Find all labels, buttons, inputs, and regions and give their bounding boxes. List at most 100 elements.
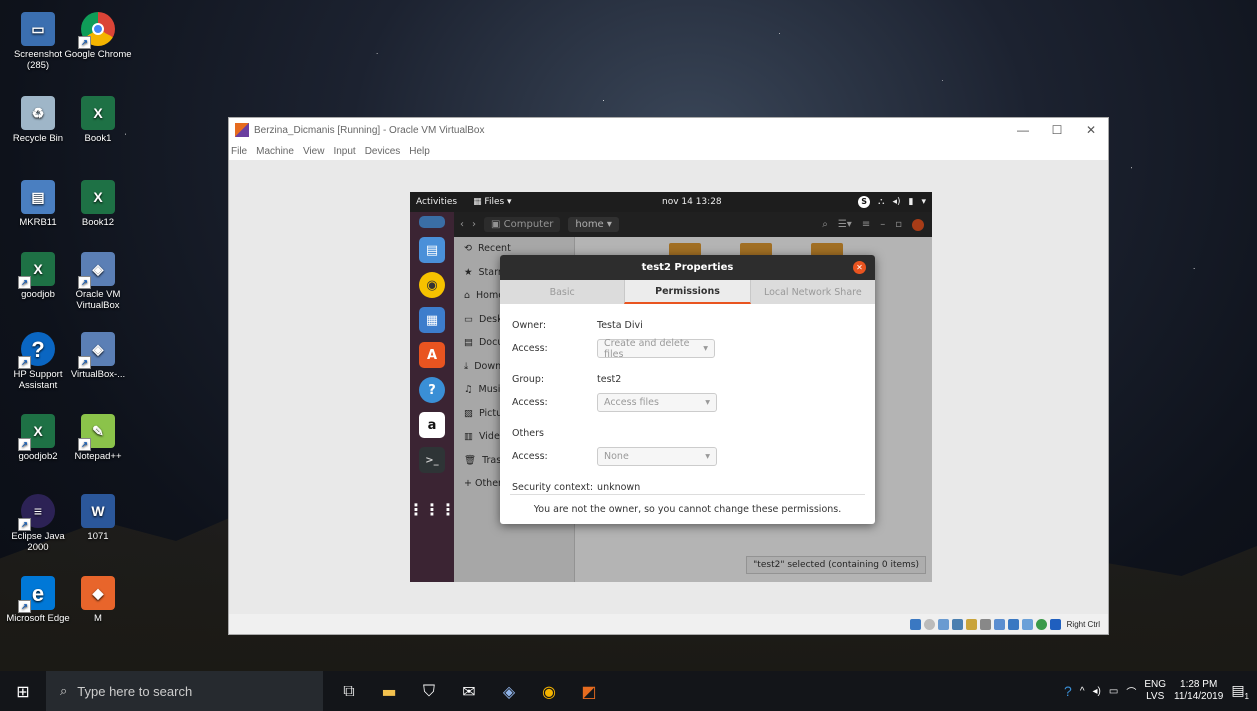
- writer-icon[interactable]: ▦: [419, 307, 445, 333]
- owner-access-select[interactable]: Create and delete files ▾: [597, 338, 715, 360]
- group-label: Group:: [512, 374, 545, 385]
- desktop-icon-eclipse[interactable]: ≡ Eclipse Java 2000: [4, 494, 72, 553]
- menu-input[interactable]: Input: [333, 146, 355, 157]
- rhythmbox-icon[interactable]: ◉: [419, 272, 445, 298]
- search-box[interactable]: ⌕ Type here to search: [46, 671, 323, 711]
- dialog-tabs: Basic Permissions Local Network Share: [500, 280, 875, 304]
- desktop-icon-m[interactable]: ◆ M: [64, 576, 132, 624]
- menu-devices[interactable]: Devices: [365, 146, 401, 157]
- display-icon[interactable]: [993, 618, 1005, 630]
- language-top: ENG: [1144, 679, 1166, 690]
- desktop-icon-1071[interactable]: W 1071: [64, 494, 132, 542]
- others-access-label: Access:: [512, 451, 548, 462]
- desktop-icon-label: 1071: [87, 531, 109, 542]
- desktop-icon-label: Google Chrome: [64, 49, 132, 60]
- activities-button[interactable]: Activities: [416, 197, 457, 207]
- store-icon[interactable]: ⛉: [409, 671, 449, 711]
- app-grid-icon[interactable]: ⋮⋮⋮: [410, 496, 456, 522]
- group-value: test2: [597, 374, 622, 385]
- virtualbox-vm-icon[interactable]: ◩: [569, 671, 609, 711]
- optical-drive-icon[interactable]: [923, 618, 935, 630]
- clock[interactable]: nov 14 13:28: [662, 197, 722, 207]
- owner-label: Owner:: [512, 320, 547, 331]
- terminal-icon[interactable]: >_: [419, 447, 445, 473]
- language-indicator[interactable]: ENG LVS: [1144, 679, 1166, 703]
- close-icon[interactable]: ✕: [853, 261, 866, 274]
- desktop-icon-virtualbox-shortcut[interactable]: ◈ VirtualBox-...: [64, 332, 132, 380]
- cpu-icon[interactable]: [1021, 618, 1033, 630]
- desktop-icon-mkrb11[interactable]: ▤ MKRB11: [4, 180, 72, 228]
- virtualbox-icon[interactable]: ◈: [489, 671, 529, 711]
- help-icon: ?: [18, 332, 55, 369]
- desktop-icon-goodjob[interactable]: X goodjob: [4, 252, 72, 300]
- volume-icon[interactable]: ◂): [1093, 686, 1101, 697]
- help-icon[interactable]: ?: [419, 377, 445, 403]
- desktop-icon-book1[interactable]: X Book1: [64, 96, 132, 144]
- desktop-icon-chrome[interactable]: Google Chrome: [64, 12, 132, 60]
- others-label: Others: [512, 428, 544, 439]
- desktop-icon-edge[interactable]: e Microsoft Edge: [4, 576, 72, 624]
- usb-icon[interactable]: [965, 618, 977, 630]
- wifi-icon[interactable]: ⌒: [1126, 684, 1136, 699]
- desktop-icon-label: Recycle Bin: [12, 133, 64, 144]
- desktop-icon-oracle-vm-virtualbox[interactable]: ◈ Oracle VM VirtualBox: [64, 252, 132, 311]
- mail-icon[interactable]: ✉: [449, 671, 489, 711]
- thunderbird-icon[interactable]: [419, 216, 445, 228]
- desktop-icon-recycle-bin[interactable]: ♻ Recycle Bin: [4, 96, 72, 144]
- chevron-up-icon[interactable]: ^: [1080, 686, 1085, 697]
- mouse-integration-icon[interactable]: [1035, 618, 1047, 630]
- vm-screen[interactable]: Activities ▦ Files ▾ nov 14 13:28 S ⛬ ◂)…: [229, 160, 1108, 616]
- dialog-title: test2 Properties: [641, 262, 734, 273]
- system-tray: ? ^ ◂) ▭ ⌒ ENG LVS 1:28 PM 11/14/2019 ▤1: [1064, 671, 1257, 711]
- audio-icon[interactable]: [937, 618, 949, 630]
- desktop-icon-hp-support[interactable]: ? HP Support Assistant: [4, 332, 72, 391]
- system-tray[interactable]: S ⛬ ◂) ▮ ▾: [858, 196, 926, 208]
- menu-file[interactable]: File: [231, 146, 247, 157]
- help-icon[interactable]: ?: [1064, 683, 1072, 699]
- dialog-titlebar[interactable]: test2 Properties ✕: [500, 255, 875, 280]
- hard-disk-icon[interactable]: [909, 618, 921, 630]
- battery-icon[interactable]: ▭: [1109, 686, 1118, 697]
- files-app-menu[interactable]: ▦ Files ▾: [473, 197, 512, 207]
- ubuntu-dock: ▤ ◉ ▦ A ? a >_ ⋮⋮⋮: [410, 212, 456, 582]
- maximize-button[interactable]: ☐: [1040, 118, 1074, 142]
- shared-folder-icon[interactable]: [979, 618, 991, 630]
- chevron-down-icon: ▾: [703, 343, 708, 354]
- recording-icon[interactable]: [1007, 618, 1019, 630]
- volume-icon: ◂): [892, 197, 901, 207]
- tab-local-network-share[interactable]: Local Network Share: [751, 280, 875, 304]
- network-icon[interactable]: [951, 618, 963, 630]
- group-access-select[interactable]: Access files ▾: [597, 393, 717, 412]
- chrome-icon[interactable]: ◉: [529, 671, 569, 711]
- menu-view[interactable]: View: [303, 146, 325, 157]
- tab-basic[interactable]: Basic: [500, 280, 624, 304]
- date: 11/14/2019: [1174, 691, 1224, 702]
- chevron-down-icon: ▾: [705, 397, 710, 408]
- task-view-icon[interactable]: ⧉: [329, 671, 369, 711]
- properties-dialog: test2 Properties ✕ Basic Permissions Loc…: [500, 255, 875, 524]
- tab-permissions[interactable]: Permissions: [624, 280, 751, 304]
- close-button[interactable]: ✕: [1074, 118, 1108, 142]
- software-icon[interactable]: A: [419, 342, 445, 368]
- file-explorer-icon[interactable]: ▬: [369, 671, 409, 711]
- notification-icon[interactable]: ▤1: [1231, 682, 1249, 701]
- taskbar-clock[interactable]: 1:28 PM 11/14/2019: [1174, 679, 1223, 703]
- virtualbox-titlebar[interactable]: Berzina_Dicmanis [Running] - Oracle VM V…: [229, 118, 1108, 142]
- time: 1:28 PM: [1180, 679, 1218, 690]
- keyboard-icon[interactable]: [1049, 618, 1061, 630]
- desktop-icon-label: VirtualBox-...: [70, 369, 126, 380]
- files-icon[interactable]: ▤: [419, 237, 445, 263]
- menu-machine[interactable]: Machine: [256, 146, 294, 157]
- minimize-button[interactable]: —: [1006, 118, 1040, 142]
- menu-help[interactable]: Help: [409, 146, 430, 157]
- excel-icon: X: [18, 414, 55, 451]
- others-access-select[interactable]: None ▾: [597, 447, 717, 466]
- desktop-icon-book12[interactable]: X Book12: [64, 180, 132, 228]
- desktop-icon-goodjob2[interactable]: X goodjob2: [4, 414, 72, 462]
- amazon-icon[interactable]: a: [419, 412, 445, 438]
- desktop-icon-notepadpp[interactable]: ✎ Notepad++: [64, 414, 132, 462]
- windows-taskbar: ⊞ ⌕ Type here to search ⧉ ▬ ⛉ ✉ ◈ ◉ ◩ ? ^…: [0, 671, 1257, 711]
- desktop-icon-screenshot[interactable]: ▭ Screenshot (285): [4, 12, 72, 71]
- desktop-icon-label: goodjob: [21, 289, 55, 300]
- start-button[interactable]: ⊞: [0, 671, 46, 711]
